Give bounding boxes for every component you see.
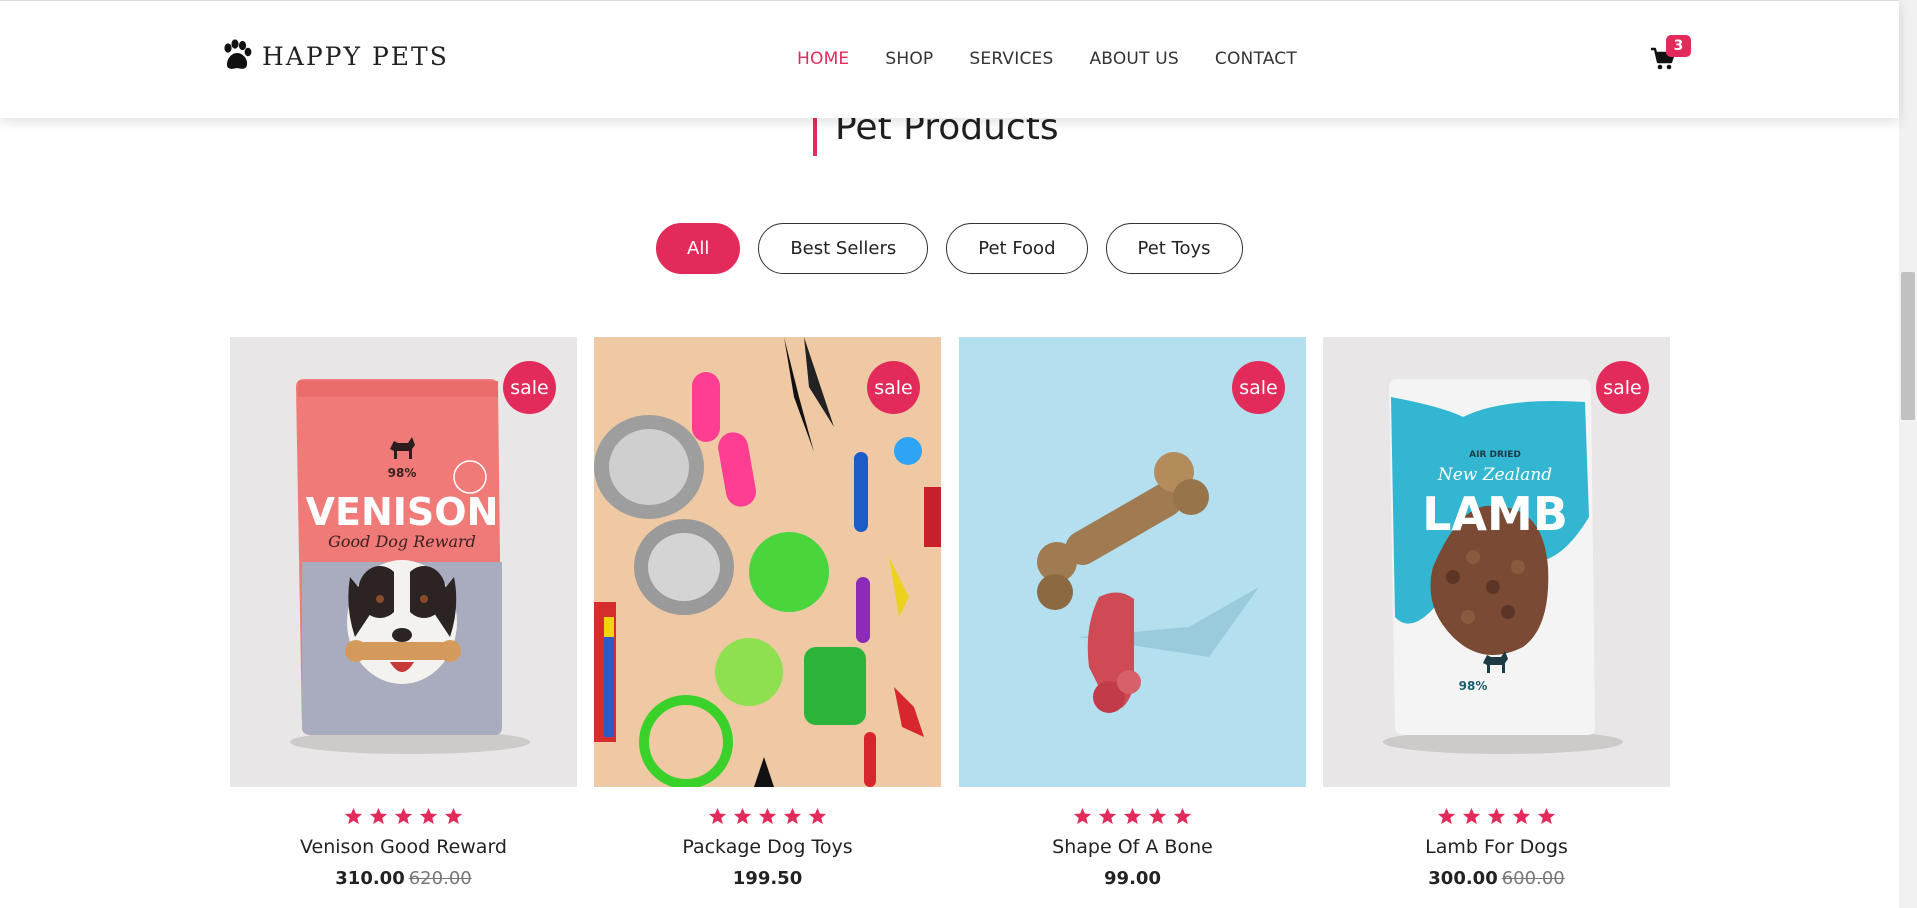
star-icon (783, 807, 802, 825)
star-icon (1537, 807, 1556, 825)
site-header: HAPPY PETS HOME SHOP SERVICES ABOUT US C… (0, 0, 1899, 118)
star-icon (808, 807, 827, 825)
main-nav: HOME SHOP SERVICES ABOUT US CONTACT (797, 49, 1333, 69)
filter-all[interactable]: All (656, 223, 741, 274)
product-card[interactable]: 98% VENISON Good Dog Reward sale Venison… (230, 337, 577, 889)
page-scrollbar[interactable] (1899, 0, 1917, 908)
star-icon (344, 807, 363, 825)
star-icon (369, 807, 388, 825)
product-filters: All Best Sellers Pet Food Pet Toys (656, 223, 1243, 274)
filter-pet-food[interactable]: Pet Food (946, 223, 1088, 274)
product-price: 199.50 (732, 868, 803, 889)
lamb-percent-text: 98% (1459, 679, 1488, 693)
star-icon (1487, 807, 1506, 825)
star-icon (1073, 807, 1092, 825)
product-price-row: 199.50 (594, 868, 941, 889)
sale-badge: sale (1596, 361, 1649, 414)
scrollbar-thumb[interactable] (1901, 272, 1915, 420)
star-icon (1173, 807, 1192, 825)
rating-stars (1323, 807, 1670, 826)
star-icon (733, 807, 752, 825)
product-card[interactable]: sale Shape Of A Bone 99.00 (959, 337, 1306, 889)
star-icon (1437, 807, 1456, 825)
cart-count-badge: 3 (1666, 35, 1691, 57)
star-icon (1123, 807, 1142, 825)
lamb-package-title: LAMB (1422, 487, 1568, 541)
venison-percent-text: 98% (388, 466, 417, 480)
star-icon (1462, 807, 1481, 825)
product-old-price: 620.00 (408, 868, 472, 889)
sale-badge: sale (867, 361, 920, 414)
sale-badge: sale (503, 361, 556, 414)
star-icon (1148, 807, 1167, 825)
lamb-package-script: New Zealand (1437, 465, 1552, 485)
product-name[interactable]: Venison Good Reward (230, 836, 577, 858)
lamb-package-top: AIR DRIED (1469, 450, 1521, 460)
product-image[interactable]: AIR DRIED New Zealand LAMB 98% sale (1323, 337, 1670, 787)
product-image[interactable]: 98% VENISON Good Dog Reward sale (230, 337, 577, 787)
sale-badge: sale (1232, 361, 1285, 414)
rating-stars (230, 807, 577, 826)
product-image[interactable]: sale (959, 337, 1306, 787)
product-old-price: 600.00 (1501, 868, 1565, 889)
brand-logo[interactable]: HAPPY PETS (220, 39, 449, 73)
product-price: 310.00 (335, 868, 405, 889)
brand-name: HAPPY PETS (262, 41, 449, 71)
product-name[interactable]: Package Dog Toys (594, 836, 941, 858)
venison-package-title: VENISON (306, 490, 499, 534)
product-name[interactable]: Shape Of A Bone (959, 836, 1306, 858)
product-name[interactable]: Lamb For Dogs (1323, 836, 1670, 858)
product-price: 300.00 (1428, 868, 1498, 889)
star-icon (1098, 807, 1117, 825)
star-icon (394, 807, 413, 825)
product-card[interactable]: AIR DRIED New Zealand LAMB 98% sale Lamb… (1323, 337, 1670, 889)
star-icon (1512, 807, 1531, 825)
nav-about-us[interactable]: ABOUT US (1089, 49, 1178, 69)
filter-pet-toys[interactable]: Pet Toys (1105, 223, 1243, 274)
product-price-row: 300.00 600.00 (1323, 868, 1670, 889)
rating-stars (594, 807, 941, 826)
venison-package-subtitle: Good Dog Reward (328, 532, 476, 551)
star-icon (758, 807, 777, 825)
product-image[interactable]: sale (594, 337, 941, 787)
star-icon (444, 807, 463, 825)
star-icon (708, 807, 727, 825)
product-price-row: 310.00 620.00 (230, 868, 577, 889)
nav-contact[interactable]: CONTACT (1215, 49, 1297, 69)
product-price-row: 99.00 (959, 868, 1306, 889)
rating-stars (959, 807, 1306, 826)
star-icon (419, 807, 438, 825)
product-card[interactable]: sale Package Dog Toys 199.50 (594, 337, 941, 889)
product-price: 99.00 (1104, 868, 1161, 889)
paw-icon (224, 39, 252, 69)
nav-home[interactable]: HOME (797, 49, 849, 69)
nav-services[interactable]: SERVICES (969, 49, 1053, 69)
filter-best-sellers[interactable]: Best Sellers (758, 223, 929, 274)
nav-shop[interactable]: SHOP (885, 49, 933, 69)
